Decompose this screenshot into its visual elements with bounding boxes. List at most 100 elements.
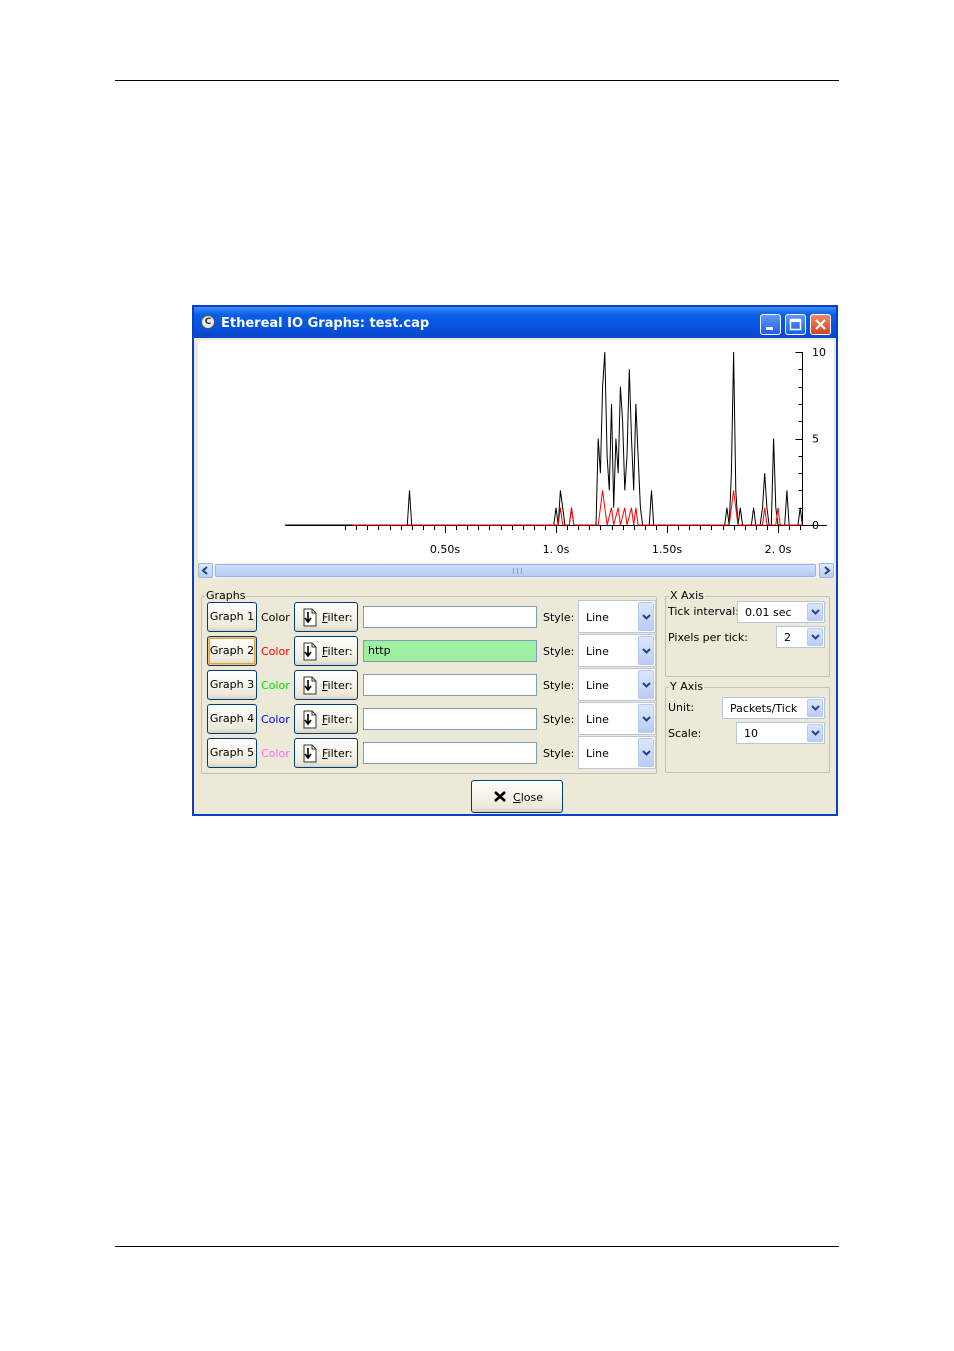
unit-label: Unit: [668,701,695,714]
filter-icon [303,608,317,627]
scroll-right-button[interactable] [819,563,834,578]
scroll-thumb[interactable] [215,564,816,577]
chevron-right-icon [824,566,831,575]
style-value: Line [586,645,609,658]
pixels-per-tick-value: 2 [784,631,791,644]
graph-4-filter-button[interactable]: Filter: [294,704,358,734]
x-tick-label: 1.50s [652,543,682,556]
maximize-button[interactable] [785,314,806,335]
chevron-down-icon [811,609,820,615]
graph-1-style-label: Style: [543,611,575,624]
io-graph-plot[interactable]: 0.50s 1. 0s 1.50s 2. 0s 10 5 0 [198,340,834,564]
graph-5-filter-input[interactable] [363,742,537,764]
dropdown-arrow[interactable] [807,603,823,621]
pixels-per-tick-label: Pixels per tick: [668,631,748,644]
filter-button-label: Filter: [322,679,353,692]
graph-1-button[interactable]: Graph 1 [207,602,257,632]
graph-5-filter-button[interactable]: Filter: [294,738,358,768]
graph-2-filter-input[interactable]: http [363,640,537,662]
dropdown-arrow[interactable] [638,704,654,733]
graph-3-filter-input[interactable] [363,674,537,696]
graph-4-filter-input[interactable] [363,708,537,730]
chevron-down-icon [642,749,651,756]
graph-5-button[interactable]: Graph 5 [207,738,257,768]
chevron-down-icon [811,730,820,736]
graph-2-color-label[interactable]: Color [261,645,290,658]
header-rule [115,80,839,81]
filter-icon [303,744,317,763]
style-value: Line [586,747,609,760]
chevron-down-icon [642,647,651,654]
tick-interval-label: Tick interval: [668,605,739,618]
minimize-button[interactable] [760,314,781,335]
graph-2-style-label: Style: [543,645,575,658]
close-button[interactable]: Close [471,780,563,813]
dropdown-arrow[interactable] [638,738,654,767]
dropdown-arrow[interactable] [807,724,823,742]
unit-select[interactable]: Packets/Tick [722,697,825,719]
graphs-frame-label: Graphs [205,589,247,602]
tick-interval-value: 0.01 sec [745,606,792,619]
chevron-down-icon [811,634,820,640]
window-title: Ethereal IO Graphs: test.cap [221,316,430,331]
chevron-left-icon [201,566,208,575]
graph-1-color-label[interactable]: Color [261,611,290,624]
dropdown-arrow[interactable] [807,628,823,646]
graph-1-filter-button[interactable]: Filter: [294,602,358,632]
y-axis-frame-label: Y Axis [669,680,705,693]
footer-rule [115,1246,839,1247]
filter-icon [303,676,317,695]
graph-1-filter-input[interactable] [363,606,537,628]
graph-3-button[interactable]: Graph 3 [207,670,257,700]
title-bar[interactable]: C Ethereal IO Graphs: test.cap [194,307,836,338]
filter-icon [303,642,317,661]
graph-4-color-label[interactable]: Color [261,713,290,726]
scroll-left-button[interactable] [198,563,213,578]
style-value: Line [586,713,609,726]
scale-value: 10 [744,727,758,740]
graph-1-style-select[interactable]: Line [578,600,656,633]
dropdown-arrow[interactable] [638,602,654,631]
scale-select[interactable]: 10 [736,722,825,744]
filter-icon [303,710,317,729]
graph-5-color-label[interactable]: Color [261,747,290,760]
dropdown-arrow[interactable] [807,699,823,717]
unit-value: Packets/Tick [730,702,798,715]
filter-button-label: Filter: [322,713,353,726]
io-graph-canvas: 0.50s 1. 0s 1.50s 2. 0s 10 5 0 [285,346,827,556]
filter-button-label: Filter: [322,645,353,658]
chevron-down-icon [811,705,820,711]
graph-3-filter-button[interactable]: Filter: [294,670,358,700]
x-tick-label: 2. 0s [765,543,792,556]
close-button-label: Close [513,791,543,804]
series-line-2 [351,490,803,526]
chevron-down-icon [642,681,651,688]
style-value: Line [586,679,609,692]
graph-2-button[interactable]: Graph 2 [207,636,257,666]
graph-3-color-label[interactable]: Color [261,679,290,692]
close-window-button[interactable] [810,314,831,335]
close-icon [494,791,506,802]
y-tick-label: 0 [812,519,819,532]
dropdown-arrow[interactable] [638,670,654,699]
x-tick-label: 0.50s [430,543,460,556]
app-icon: C [201,315,215,329]
pixels-per-tick-select[interactable]: 2 [776,626,825,648]
series-line-1 [285,351,803,526]
graph-2-style-select[interactable]: Line [578,634,656,667]
dropdown-arrow[interactable] [638,636,654,665]
tick-interval-select[interactable]: 0.01 sec [737,601,825,623]
horizontal-scrollbar[interactable] [198,563,835,578]
filter-button-label: Filter: [322,747,353,760]
maximize-icon [789,318,802,331]
graph-5-style-select[interactable]: Line [578,736,656,769]
graph-3-style-label: Style: [543,679,575,692]
graph-2-filter-button[interactable]: Filter: [294,636,358,666]
style-value: Line [586,611,609,624]
graph-4-button[interactable]: Graph 4 [207,704,257,734]
chevron-down-icon [642,613,651,620]
graph-4-style-select[interactable]: Line [578,702,656,735]
close-icon [815,319,826,330]
graph-3-style-select[interactable]: Line [578,668,656,701]
x-axis-frame-label: X Axis [669,589,705,602]
